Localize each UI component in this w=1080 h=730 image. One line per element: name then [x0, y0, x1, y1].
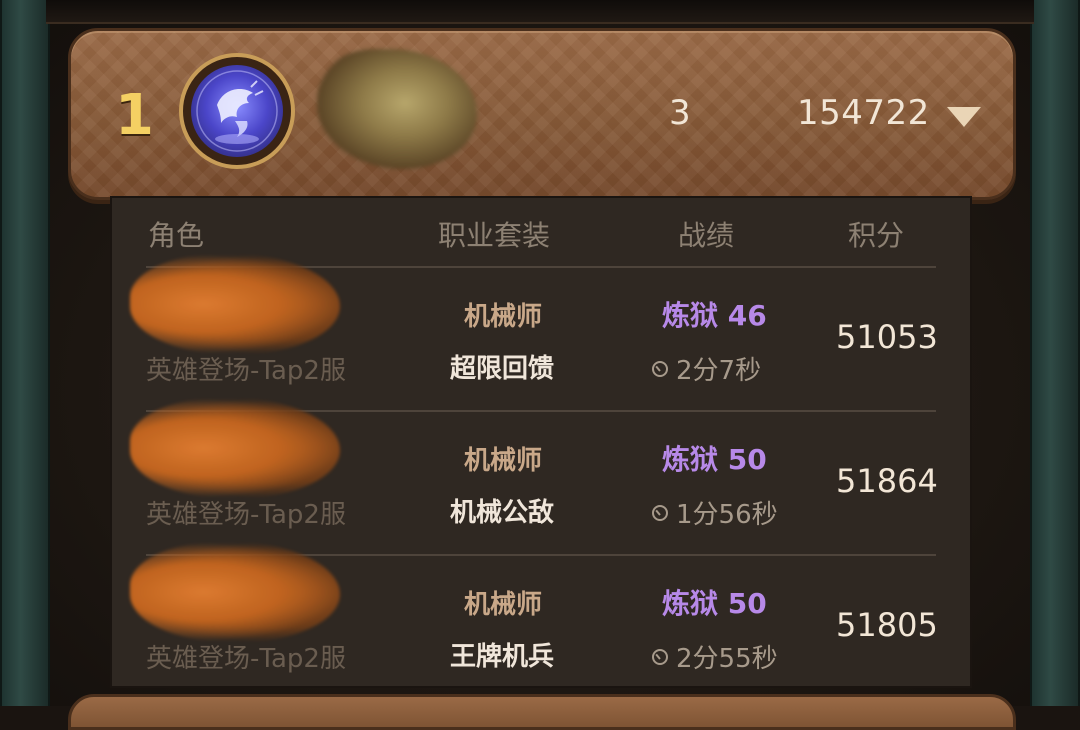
member-row[interactable]: 英雄登场-Tap2服 机械师 超限回馈 炼狱 46 2分7秒 51053 [112, 254, 970, 412]
team-detail-panel: 角色 职业套装 战绩 积分 英雄登场-Tap2服 机械师 超限回馈 炼狱 46 … [110, 196, 972, 688]
member-server: 英雄登场-Tap2服 [146, 644, 346, 674]
member-score: 51864 [836, 462, 938, 500]
team-header-row[interactable]: 1 3 154722 [68, 28, 1016, 200]
member-score: 51053 [836, 318, 938, 356]
member-time: 2分55秒 [652, 638, 778, 675]
next-team-row[interactable] [68, 694, 1016, 730]
member-stage: 炼狱 50 [662, 587, 767, 620]
member-time: 1分56秒 [652, 494, 778, 531]
team-member-count: 3 [669, 93, 691, 133]
member-row[interactable]: 英雄登场-Tap2服 机械师 王牌机兵 炼狱 50 2分55秒 51805 [112, 542, 970, 700]
column-header-role: 角色 [148, 219, 205, 252]
member-score: 51805 [836, 606, 938, 644]
member-class: 机械师 [464, 590, 543, 620]
column-header-class-suit: 职业套装 [438, 219, 551, 252]
member-row[interactable]: 英雄登场-Tap2服 机械师 机械公敌 炼狱 50 1分56秒 51864 [112, 398, 970, 556]
left-frame [0, 0, 50, 706]
column-header-score: 积分 [848, 219, 905, 252]
member-name-redacted [130, 398, 340, 498]
dragon-emblem-icon [191, 65, 283, 157]
member-name-redacted [130, 542, 340, 642]
member-clear-time: 2分55秒 [676, 644, 778, 674]
team-name-redacted [317, 49, 477, 169]
triangle-down-icon[interactable] [947, 107, 981, 127]
member-suit: 机械公敌 [450, 498, 555, 528]
team-rank: 1 [115, 83, 154, 148]
member-clear-time: 2分7秒 [676, 356, 762, 386]
member-class: 机械师 [464, 302, 543, 332]
right-frame [1030, 0, 1080, 706]
member-suit: 王牌机兵 [450, 642, 555, 672]
member-time: 2分7秒 [652, 350, 761, 387]
member-stage: 炼狱 46 [662, 299, 767, 332]
top-strip [46, 0, 1034, 24]
team-avatar [179, 53, 295, 169]
team-total-score: 154722 [797, 93, 930, 133]
member-server: 英雄登场-Tap2服 [146, 356, 346, 386]
member-name-redacted [130, 254, 340, 354]
member-stage: 炼狱 50 [662, 443, 767, 476]
clock-icon [652, 504, 668, 521]
member-class: 机械师 [464, 446, 543, 476]
column-header-record: 战绩 [678, 219, 735, 252]
clock-icon [652, 648, 668, 665]
member-suit: 超限回馈 [450, 354, 555, 384]
member-server: 英雄登场-Tap2服 [146, 500, 346, 530]
member-clear-time: 1分56秒 [676, 500, 778, 530]
clock-icon [652, 360, 668, 377]
